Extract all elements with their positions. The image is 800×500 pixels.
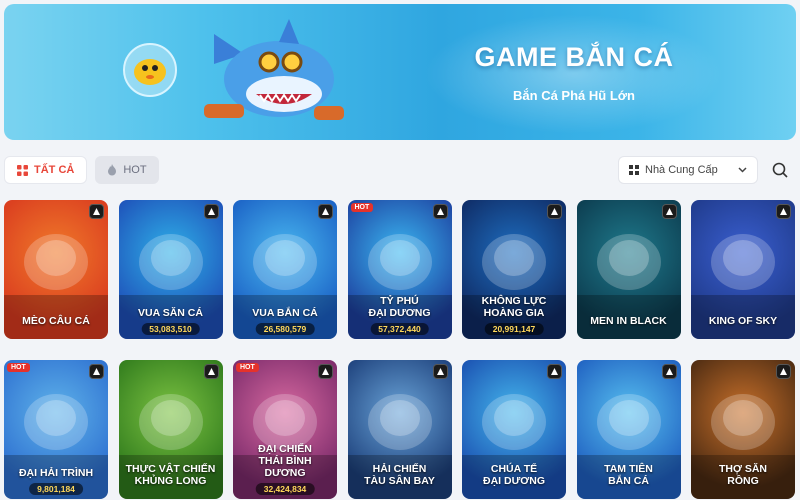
game-card[interactable]: HOT ĐẠI HẢI TRÌNH 9,801,184 — [4, 360, 108, 499]
banner-title: GAME BẮN CÁ — [474, 42, 674, 72]
game-card[interactable]: THỢ SĂN RỒNG — [691, 360, 795, 499]
game-title: VUA BẮN CÁ — [252, 307, 318, 319]
game-title: TỶ PHÚ ĐẠI DƯƠNG — [368, 295, 431, 319]
game-card[interactable]: KHÔNG LỰC HOÀNG GIA 20,991,147 — [462, 200, 566, 339]
game-title: CHÚA TỂ ĐẠI DƯƠNG — [482, 463, 545, 487]
pufferfish-illustration — [123, 43, 177, 97]
shark-mascot-illustration — [204, 19, 344, 120]
grid-icon — [17, 164, 28, 176]
provider-logo-icon — [432, 364, 448, 379]
hot-badge: HOT — [7, 363, 30, 372]
game-title: KING OF SKY — [708, 315, 778, 327]
hot-badge: HOT — [236, 363, 259, 372]
promo-banner[interactable]: GAME BẮN CÁ Bắn Cá Phá Hũ Lớn — [4, 4, 796, 140]
game-card[interactable]: HẢI CHIẾN TÀU SÂN BAY — [347, 360, 452, 499]
game-title: THỰC VẬT CHIẾN KHỦNG LONG — [125, 463, 216, 487]
provider-logo-icon — [547, 204, 562, 219]
banner-subtitle: Bắn Cá Phá Hũ Lớn — [513, 88, 635, 103]
provider-logo-icon — [89, 364, 104, 379]
game-title: ĐẠI HẢI TRÌNH — [18, 467, 94, 479]
game-title: KHÔNG LỰC HOÀNG GIA — [481, 295, 547, 319]
provider-logo-icon — [318, 364, 333, 379]
filter-all-label: TẤT CẢ — [34, 164, 75, 176]
game-title: VUA SĂN CÁ — [138, 307, 203, 319]
game-card[interactable]: TAM TIÊN BẮN CÁ — [576, 360, 681, 499]
game-title: HẢI CHIẾN TÀU SÂN BAY — [364, 463, 435, 487]
game-card[interactable]: KING OF SKY — [691, 200, 795, 339]
game-card[interactable]: MEN IN BLACK — [576, 200, 681, 339]
provider-logo-icon — [776, 204, 791, 219]
search-icon — [772, 162, 788, 178]
category-filters: TẤT CẢ HOT — [4, 156, 159, 184]
provider-logo-icon — [661, 204, 677, 219]
game-title: MÈO CÂU CÁ — [22, 315, 90, 327]
game-card[interactable]: MÈO CÂU CÁ — [4, 200, 108, 339]
provider-logo-icon — [203, 364, 219, 379]
provider-logo-icon — [203, 204, 219, 219]
game-title: MEN IN BLACK — [590, 315, 667, 327]
grid-icon — [629, 165, 639, 175]
game-title: THỢ SĂN RỒNG — [718, 463, 768, 487]
jackpot-amount: 57,372,440 — [370, 323, 429, 335]
game-card[interactable]: HOT TỶ PHÚ ĐẠI DƯƠNG 57,372,440 — [347, 200, 452, 339]
filter-all[interactable]: TẤT CẢ — [4, 156, 88, 184]
provider-logo-icon — [89, 204, 104, 219]
game-title: ĐẠI CHIẾN THÁI BÌNH DƯƠNG — [258, 443, 312, 479]
jackpot-amount: 9,801,184 — [29, 483, 83, 495]
provider-dropdown[interactable]: Nhà Cung Cấp — [618, 156, 758, 184]
game-card[interactable]: VUA BẮN CÁ 26,580,579 — [233, 200, 337, 339]
game-card[interactable]: HOT ĐẠI CHIẾN THÁI BÌNH DƯƠNG 32,424,834 — [233, 360, 337, 499]
jackpot-amount: 53,083,510 — [141, 323, 200, 335]
provider-logo-icon — [776, 364, 791, 379]
banner-glow — [424, 14, 724, 134]
flame-icon — [108, 164, 117, 176]
filter-hot-label: HOT — [123, 164, 147, 176]
provider-logo-icon — [318, 204, 333, 219]
provider-logo-icon — [547, 364, 562, 379]
search-button[interactable] — [766, 156, 794, 184]
provider-logo-icon — [432, 204, 448, 219]
jackpot-amount: 32,424,834 — [255, 483, 315, 495]
provider-logo-icon — [661, 364, 677, 379]
jackpot-amount: 20,991,147 — [484, 323, 544, 335]
game-title: TAM TIÊN BẮN CÁ — [604, 463, 653, 487]
filter-hot[interactable]: HOT — [95, 156, 159, 184]
jackpot-amount: 26,580,579 — [255, 323, 315, 335]
game-card[interactable]: CHÚA TỂ ĐẠI DƯƠNG — [462, 360, 566, 499]
game-card[interactable]: THỰC VẬT CHIẾN KHỦNG LONG — [118, 360, 223, 499]
provider-label: Nhà Cung Cấp — [645, 164, 718, 176]
hot-badge: HOT — [350, 203, 374, 212]
chevron-down-icon — [738, 167, 747, 173]
game-card[interactable]: VUA SĂN CÁ 53,083,510 — [118, 200, 223, 339]
